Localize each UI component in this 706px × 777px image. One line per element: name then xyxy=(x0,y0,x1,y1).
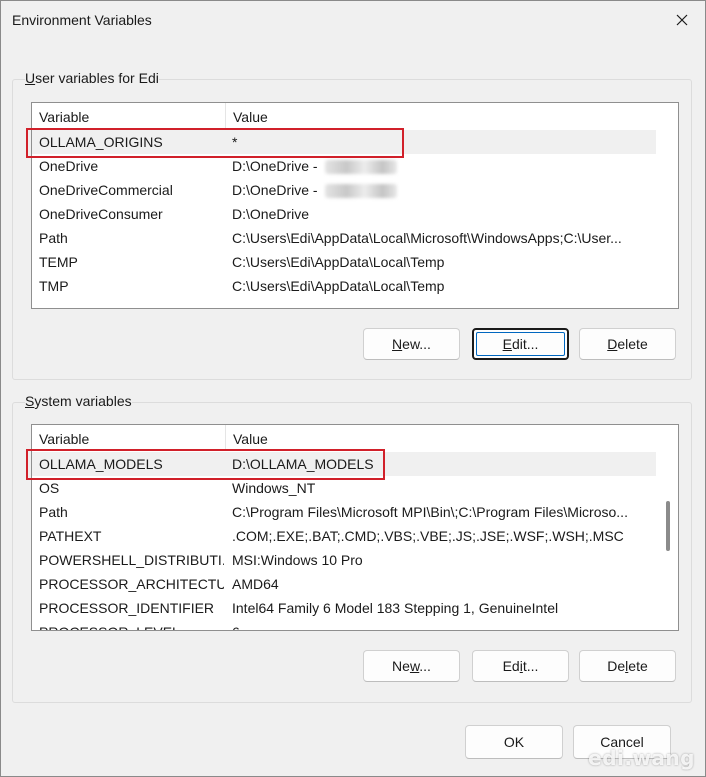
redacted-blur xyxy=(325,160,398,175)
table-row[interactable]: PATHEXT .COM;.EXE;.BAT;.CMD;.VBS;.VBE;.JS… xyxy=(32,524,656,548)
user-variables-label: User variables for Edi xyxy=(25,70,159,86)
variable-value-text: 6 xyxy=(232,624,240,630)
column-header-value[interactable]: Value xyxy=(226,103,268,129)
variable-value-cell: C:\Users\Edi\AppData\Local\Microsoft\Win… xyxy=(232,226,652,250)
variable-value-cell: C:\Program Files\Microsoft MPI\Bin\;C:\P… xyxy=(232,500,652,524)
table-row[interactable]: PROCESSOR_ARCHITECTU... AMD64 xyxy=(32,572,656,596)
variable-value-cell: AMD64 xyxy=(232,572,652,596)
variable-name-cell: Path xyxy=(39,504,68,520)
variable-value-cell: D:\OneDrive - xyxy=(232,154,652,178)
variable-value-cell: D:\OneDrive xyxy=(232,202,652,226)
variable-name-cell: OneDrive xyxy=(39,158,99,174)
system-edit-button[interactable]: Edit... xyxy=(472,650,569,682)
system-delete-button[interactable]: Delete xyxy=(579,650,676,682)
variable-value-cell: D:\OLLAMA_MODELS xyxy=(232,452,652,476)
variable-value-text: D:\OLLAMA_MODELS xyxy=(232,456,374,472)
variable-name-cell: OneDriveConsumer xyxy=(39,206,163,222)
scrollbar-thumb[interactable] xyxy=(666,501,670,551)
variable-name-cell: PROCESSOR_ARCHITECTU... xyxy=(39,576,224,592)
column-header-variable[interactable]: Variable xyxy=(32,103,226,129)
variable-value-cell: C:\Users\Edi\AppData\Local\Temp xyxy=(232,250,652,274)
variable-value-cell: Intel64 Family 6 Model 183 Stepping 1, G… xyxy=(232,596,652,620)
title-bar: Environment Variables xyxy=(1,1,705,39)
variable-name-cell: PROCESSOR_IDENTIFIER xyxy=(39,600,215,616)
table-row[interactable]: OLLAMA_MODELS D:\OLLAMA_MODELS xyxy=(32,452,656,476)
variable-name-cell: TMP xyxy=(39,278,69,294)
variable-value-text: D:\OneDrive - xyxy=(232,182,322,198)
variable-value-text: Intel64 Family 6 Model 183 Stepping 1, G… xyxy=(232,600,559,616)
variable-value-text: C:\Program Files\Microsoft MPI\Bin\;C:\P… xyxy=(232,504,628,520)
table-row[interactable]: POWERSHELL_DISTRIBUTI... MSI:Windows 10 P… xyxy=(32,548,656,572)
ok-button[interactable]: OK xyxy=(465,725,563,759)
environment-variables-dialog: Environment Variables User variables for… xyxy=(0,0,706,777)
table-row[interactable]: TEMP C:\Users\Edi\AppData\Local\Temp xyxy=(32,250,656,274)
table-row[interactable]: Path C:\Program Files\Microsoft MPI\Bin\;… xyxy=(32,500,656,524)
variable-name-cell: OS xyxy=(39,480,60,496)
variable-value-text: AMD64 xyxy=(232,576,279,592)
variable-value-cell: 6 xyxy=(232,620,652,630)
redacted-blur xyxy=(325,184,398,199)
variable-value-text: Windows_NT xyxy=(232,480,316,496)
column-header-value[interactable]: Value xyxy=(226,425,268,451)
variable-name-cell: OLLAMA_MODELS xyxy=(39,456,163,472)
variable-value-text: MSI:Windows 10 Pro xyxy=(232,552,363,568)
close-icon xyxy=(676,14,688,26)
system-list-header: Variable Value xyxy=(32,425,678,451)
watermark: edi.wang xyxy=(588,746,695,770)
variable-value-cell: C:\Users\Edi\AppData\Local\Temp xyxy=(232,274,652,298)
system-new-button[interactable]: New... xyxy=(363,650,460,682)
user-edit-button[interactable]: Edit... xyxy=(472,328,569,360)
table-row[interactable]: OneDriveCommercial D:\OneDrive - xyxy=(32,178,656,202)
variable-name-cell: Path xyxy=(39,230,68,246)
user-variables-group: User variables for Edi Variable Value OL… xyxy=(12,70,692,380)
variable-value-cell: D:\OneDrive - xyxy=(232,178,652,202)
variable-value-text: C:\Users\Edi\AppData\Local\Temp xyxy=(232,254,445,270)
variable-value-cell: Windows_NT xyxy=(232,476,652,500)
variable-name-cell: POWERSHELL_DISTRIBUTI... xyxy=(39,552,224,568)
system-variables-label: System variables xyxy=(25,393,132,409)
variable-value-text: D:\OneDrive xyxy=(232,206,310,222)
variable-name-cell: PROCESSOR_LEVEL xyxy=(39,620,224,630)
variable-value-text: C:\Users\Edi\AppData\Local\Microsoft\Win… xyxy=(232,230,622,246)
user-variables-list[interactable]: Variable Value OLLAMA_ORIGINS * OneDrive D:… xyxy=(31,102,679,309)
system-list-scrollbar[interactable] xyxy=(656,425,678,630)
variable-value-text: * xyxy=(232,134,238,150)
close-button[interactable] xyxy=(659,1,705,39)
table-row[interactable]: OneDriveConsumer D:\OneDrive xyxy=(32,202,656,226)
system-variables-group: System variables Variable Value OLLAMA_M… xyxy=(12,393,692,703)
variable-value-cell: .COM;.EXE;.BAT;.CMD;.VBS;.VBE;.JS;.JSE;.… xyxy=(232,524,652,548)
column-header-variable[interactable]: Variable xyxy=(32,425,226,451)
table-row[interactable]: TMP C:\Users\Edi\AppData\Local\Temp xyxy=(32,274,656,298)
variable-value-text: .COM;.EXE;.BAT;.CMD;.VBS;.VBE;.JS;.JSE;.… xyxy=(232,528,624,544)
table-row[interactable]: Path C:\Users\Edi\AppData\Local\Microsoft… xyxy=(32,226,656,250)
table-row[interactable]: PROCESSOR_IDENTIFIER Intel64 Family 6 Mod… xyxy=(32,596,656,620)
table-row[interactable]: OLLAMA_ORIGINS * xyxy=(32,130,656,154)
variable-value-text: D:\OneDrive - xyxy=(232,158,322,174)
table-row[interactable]: OneDrive D:\OneDrive - xyxy=(32,154,656,178)
variable-value-cell: MSI:Windows 10 Pro xyxy=(232,548,652,572)
variable-name-cell: OLLAMA_ORIGINS xyxy=(39,134,163,150)
variable-value-cell: * xyxy=(232,130,652,154)
table-row[interactable]: OS Windows_NT xyxy=(32,476,656,500)
variable-value-text: C:\Users\Edi\AppData\Local\Temp xyxy=(232,278,445,294)
variable-name-cell: TEMP xyxy=(39,254,78,270)
user-new-button[interactable]: New... xyxy=(363,328,460,360)
system-variables-list[interactable]: Variable Value OLLAMA_MODELS D:\OLLAMA_MO… xyxy=(31,424,679,631)
variable-name-cell: PATHEXT xyxy=(39,528,102,544)
table-row[interactable]: PROCESSOR_LEVEL 6 xyxy=(32,620,656,630)
window-title: Environment Variables xyxy=(12,12,152,28)
user-delete-button[interactable]: Delete xyxy=(579,328,676,360)
variable-name-cell: OneDriveCommercial xyxy=(39,182,173,198)
user-list-header: Variable Value xyxy=(32,103,678,129)
